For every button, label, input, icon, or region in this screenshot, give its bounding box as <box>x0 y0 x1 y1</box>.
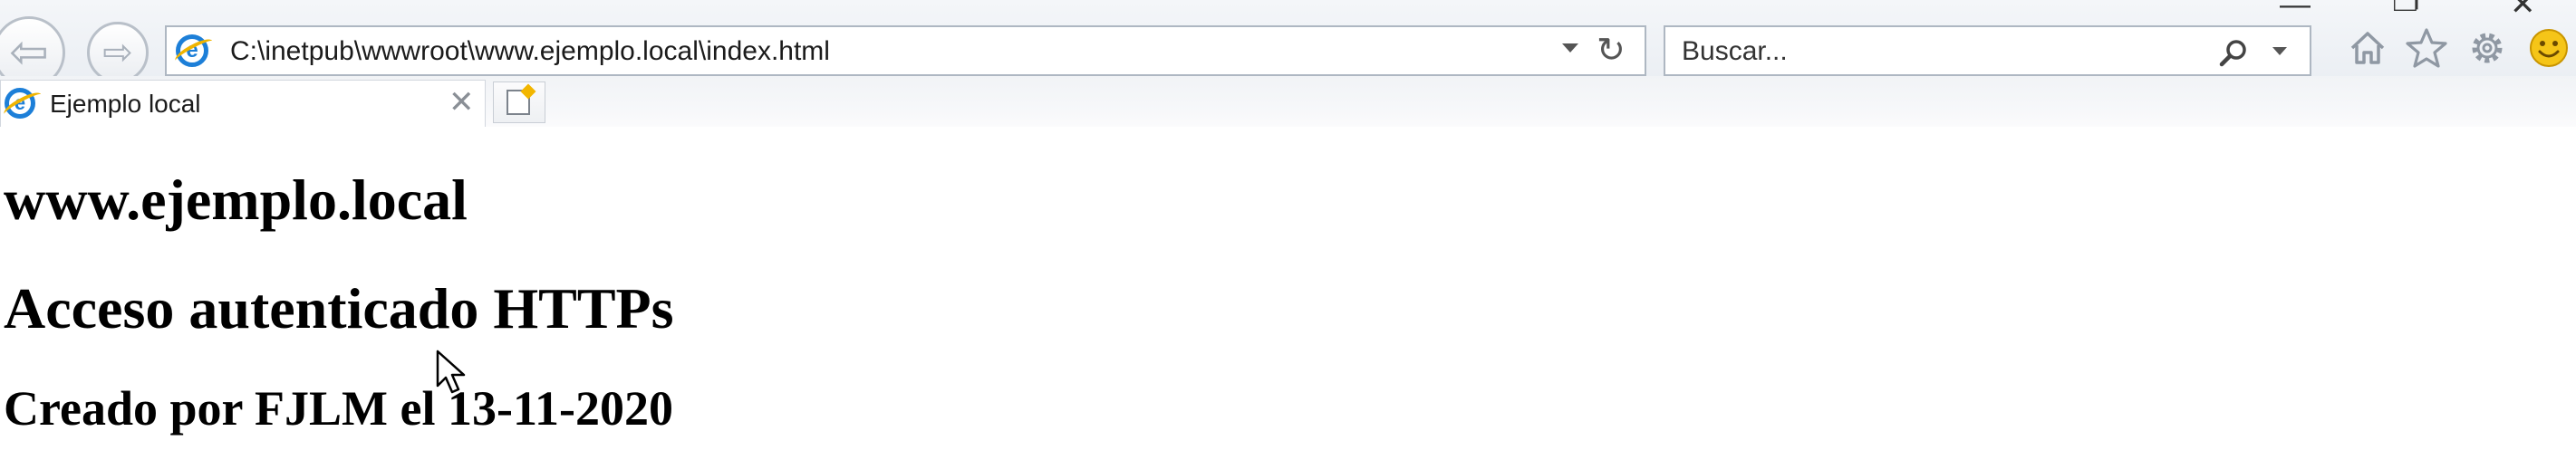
created-heading: Creado por FJLM el 13-11-2020 <box>4 381 673 436</box>
tools-gear-icon[interactable] <box>2466 27 2508 69</box>
url-text[interactable]: C:\inetpub\wwwroot\www.ejemplo.local\ind… <box>230 36 830 67</box>
restore-icon[interactable]: ❐ <box>2392 0 2419 16</box>
address-bar[interactable]: e C:\inetpub\wwwroot\www.ejemplo.local\i… <box>165 25 1646 76</box>
tab-ejemplo-local[interactable]: e Ejemplo local ✕ <box>0 80 486 127</box>
home-icon[interactable] <box>2347 27 2388 69</box>
close-icon[interactable]: ✕ <box>2510 0 2536 20</box>
favorites-star-icon[interactable] <box>2405 27 2448 69</box>
smiley-feedback-icon[interactable] <box>2528 27 2570 69</box>
ie-icon: e <box>5 88 35 119</box>
site-heading: www.ejemplo.local <box>4 168 468 232</box>
tab-title: Ejemplo local <box>50 90 201 118</box>
search-dropdown-icon[interactable] <box>2272 47 2287 55</box>
search-box[interactable] <box>1664 25 2311 76</box>
search-input[interactable] <box>1682 36 2189 67</box>
refresh-icon[interactable]: ↻ <box>1597 33 1626 69</box>
minimize-icon[interactable]: — <box>2280 0 2311 20</box>
new-tab-button[interactable] <box>493 81 545 123</box>
mouse-cursor-icon <box>436 350 466 394</box>
address-dropdown-icon[interactable] <box>1562 43 1578 53</box>
forward-arrow-icon: ⇨ <box>102 33 133 72</box>
back-arrow-icon: ⇦ <box>9 26 49 79</box>
access-heading: Acceso autenticado HTTPs <box>4 276 674 340</box>
forward-button[interactable]: ⇨ <box>87 22 149 83</box>
search-icon[interactable] <box>2218 38 2249 69</box>
tab-close-icon[interactable]: ✕ <box>449 84 475 120</box>
ie-icon: e <box>176 34 208 67</box>
